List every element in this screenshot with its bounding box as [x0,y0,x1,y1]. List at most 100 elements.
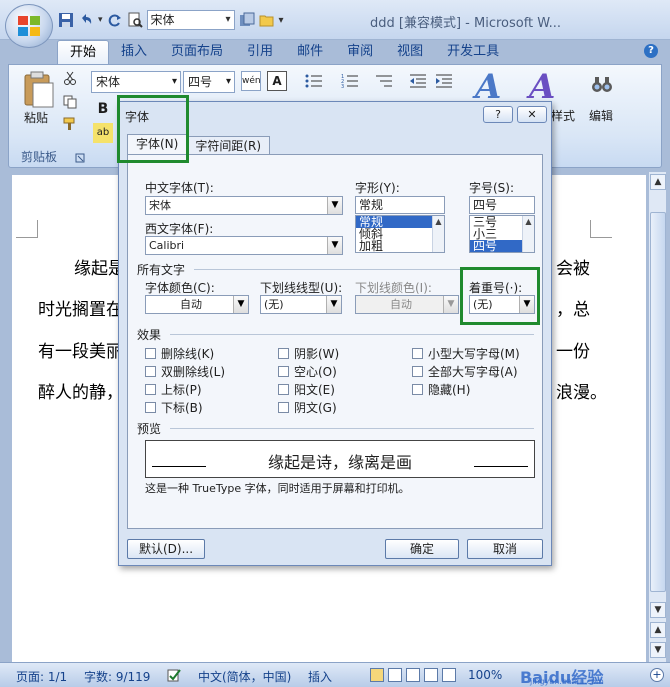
clipboard-launcher-icon[interactable] [75,153,85,163]
double-strikethrough-checkbox[interactable]: 双删除线(L) [145,363,225,380]
status-zoom[interactable]: 100% [468,668,502,682]
font-size-list[interactable]: 三号 小三 四号 ▲ [469,215,535,253]
west-font-combo[interactable]: Calibri ▼ [145,236,343,255]
outline-icon[interactable] [424,668,438,682]
tab-character-spacing[interactable]: 字符间距(R) [186,136,271,155]
proofing-check-icon[interactable] [166,667,182,683]
paste-label[interactable]: 粘贴 [24,109,48,126]
editing-label[interactable]: 编辑 [589,107,613,124]
status-insert-mode[interactable]: 插入 [308,668,332,685]
copy-icon[interactable] [63,95,77,109]
underline-style-combo[interactable]: (无) ▼ [260,295,342,314]
zoom-in-icon[interactable]: + [650,668,664,682]
styles-label[interactable]: 样式 [551,107,575,124]
tab-references[interactable]: 引用 [235,40,285,64]
checkbox-box[interactable] [412,366,423,377]
web-layout-icon[interactable] [406,668,420,682]
undo-dropdown-icon[interactable]: ▾ [98,15,103,25]
print-preview-icon[interactable] [127,12,143,28]
office-button[interactable] [5,4,53,48]
hidden-checkbox[interactable]: 隐藏(H) [412,381,470,398]
checkbox-box[interactable] [412,384,423,395]
font-color-combo[interactable]: 自动 ▼ [145,295,249,314]
dialog-help-button[interactable]: ? [483,106,513,123]
engrave-checkbox[interactable]: 阴文(G) [278,399,337,416]
vertical-scrollbar[interactable]: ▲ ▼ ▲ ▼ [648,172,666,662]
decrease-indent-icon[interactable] [409,73,427,89]
checkbox-box[interactable] [278,366,289,377]
help-icon[interactable]: ? [644,44,658,58]
next-page-icon[interactable]: ▼ [650,642,666,658]
draft-icon[interactable] [442,668,456,682]
tab-insert[interactable]: 插入 [109,40,159,64]
checkbox-box[interactable] [278,384,289,395]
copy-format-icon[interactable] [239,12,255,28]
font-size-scrollbar[interactable]: ▲ [522,216,534,252]
increase-indent-icon[interactable] [435,73,453,89]
status-language[interactable]: 中文(简体，中国) [198,668,291,685]
find-binoculars-icon[interactable] [591,73,613,95]
font-size-input[interactable]: 四号 [469,196,535,214]
save-icon[interactable] [58,12,74,28]
bullets-icon[interactable] [305,73,323,89]
west-font-dropdown-icon[interactable]: ▼ [327,237,342,254]
format-painter-icon[interactable] [63,117,77,131]
redo-icon[interactable] [107,12,123,28]
cn-font-dropdown-icon[interactable]: ▼ [327,197,342,214]
ribbon-font-size-combo[interactable]: 四号 [183,71,235,93]
checkbox-box[interactable] [278,402,289,413]
checkbox-box[interactable] [412,348,423,359]
open-folder-icon[interactable] [259,12,275,28]
font-style-scrollbar[interactable]: ▲ [432,216,444,252]
tab-developer[interactable]: 开发工具 [435,40,511,64]
set-default-button[interactable]: 默认(D)... [127,539,205,559]
cancel-button[interactable]: 取消 [467,539,543,559]
tab-home[interactable]: 开始 [57,40,110,64]
tab-review[interactable]: 审阅 [335,40,385,64]
font-style-list[interactable]: 常规 倾斜 加粗 ▲ [355,215,445,253]
status-word-count[interactable]: 字数: 9/119 [84,668,150,685]
ok-button[interactable]: 确定 [385,539,459,559]
paste-icon[interactable] [21,71,55,109]
checkbox-box[interactable] [145,348,156,359]
shadow-checkbox[interactable]: 阴影(W) [278,345,339,362]
underline-style-dropdown-icon[interactable]: ▼ [326,296,341,313]
emboss-checkbox[interactable]: 阳文(E) [278,381,335,398]
font-style-option[interactable]: 加粗 [356,240,444,252]
ribbon-font-name-combo[interactable]: 宋体 [91,71,181,93]
print-layout-icon[interactable] [370,668,384,682]
tab-mailings[interactable]: 邮件 [285,40,335,64]
bold-button[interactable]: B [93,99,113,119]
phonetic-guide-button[interactable]: wén [241,71,261,91]
subscript-checkbox[interactable]: 下标(B) [145,399,203,416]
font-style-input[interactable]: 常规 [355,196,445,214]
scroll-down-icon[interactable]: ▼ [650,602,666,618]
checkbox-box[interactable] [145,384,156,395]
superscript-checkbox[interactable]: 上标(P) [145,381,202,398]
tab-view[interactable]: 视图 [385,40,435,64]
numbering-icon[interactable]: 123 [341,73,359,89]
undo-icon[interactable] [78,12,94,28]
character-border-button[interactable]: A [267,71,287,91]
prev-page-icon[interactable]: ▲ [650,622,666,638]
tab-page-layout[interactable]: 页面布局 [159,40,235,64]
highlight-button[interactable]: ab [93,123,113,143]
strikethrough-checkbox[interactable]: 删除线(K) [145,345,214,362]
scroll-thumb[interactable] [650,212,666,592]
checkbox-box[interactable] [145,402,156,413]
checkbox-box[interactable] [278,348,289,359]
small-caps-checkbox[interactable]: 小型大写字母(M) [412,345,520,362]
qat-font-combo[interactable]: 宋体 [146,10,235,30]
dialog-close-button[interactable]: ✕ [517,106,547,123]
font-color-dropdown-icon[interactable]: ▼ [233,296,248,313]
scroll-up-icon[interactable]: ▲ [650,174,666,190]
customize-qat-icon[interactable]: ▾ [279,15,284,26]
status-page[interactable]: 页面: 1/1 [16,668,67,685]
scroll-up-icon[interactable]: ▲ [523,216,534,228]
cut-icon[interactable] [63,71,77,85]
checkbox-box[interactable] [145,366,156,377]
multilevel-list-icon[interactable] [375,73,393,89]
scroll-up-icon[interactable]: ▲ [433,216,444,228]
cn-font-combo[interactable]: 宋体 ▼ [145,196,343,215]
outline-checkbox[interactable]: 空心(O) [278,363,337,380]
